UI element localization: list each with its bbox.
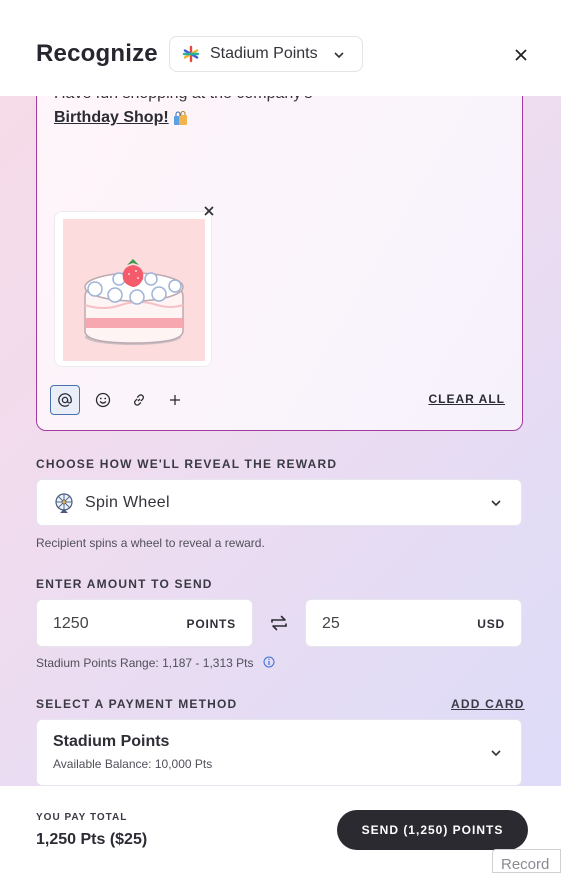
reveal-section-label: CHOOSE HOW WE'LL REVEAL THE REWARD xyxy=(36,457,338,471)
image-attachment xyxy=(54,211,212,367)
remove-attachment-icon[interactable] xyxy=(202,204,216,218)
clear-all-link[interactable]: CLEAR ALL xyxy=(428,392,505,406)
points-amount-input[interactable]: 1250 POINTS xyxy=(36,599,253,647)
message-composer[interactable]: Have fun shopping at the company's Birth… xyxy=(36,60,523,431)
message-link-line: Birthday Shop! xyxy=(54,109,188,127)
usd-unit-label: USD xyxy=(477,617,505,631)
close-icon[interactable] xyxy=(512,46,530,64)
reveal-method-label: Spin Wheel xyxy=(85,493,170,511)
available-balance: Available Balance: 10,000 Pts xyxy=(53,757,213,771)
modal-footer: YOU PAY TOTAL 1,250 Pts ($25) SEND (1,25… xyxy=(0,786,561,873)
info-icon[interactable] xyxy=(263,656,275,668)
chevron-down-icon xyxy=(334,52,344,59)
mention-button[interactable] xyxy=(50,385,80,415)
reveal-helper-text: Recipient spins a wheel to reveal a rewa… xyxy=(36,536,265,550)
add-card-link[interactable]: ADD CARD xyxy=(451,697,525,711)
points-range-text: Stadium Points Range: 1,187 - 1,313 Pts xyxy=(36,656,254,670)
payment-method-name: Stadium Points xyxy=(53,733,170,750)
link-icon xyxy=(134,394,144,406)
stadium-logo-icon xyxy=(182,45,200,63)
reveal-method-select[interactable]: Spin Wheel xyxy=(36,479,522,526)
birthday-shop-link[interactable]: Birthday Shop! xyxy=(54,109,169,127)
chevron-down-icon xyxy=(491,500,501,507)
emoji-button[interactable] xyxy=(88,385,118,415)
points-unit-label: POINTS xyxy=(186,617,236,631)
page-title: Recognize xyxy=(36,40,158,67)
points-value: 1250 xyxy=(53,615,89,632)
total-value: 1,250 Pts ($25) xyxy=(36,831,148,848)
program-select[interactable]: Stadium Points xyxy=(169,36,363,72)
payment-method-select[interactable]: Stadium Points Available Balance: 10,000… xyxy=(36,719,522,786)
usd-amount-input[interactable]: 25 USD xyxy=(305,599,522,647)
plus-icon xyxy=(170,395,180,405)
usd-value: 25 xyxy=(322,615,340,632)
amount-section-label: ENTER AMOUNT TO SEND xyxy=(36,577,213,591)
link-button[interactable] xyxy=(124,385,154,415)
swap-arrows-icon[interactable] xyxy=(268,612,290,634)
modal-header: Recognize Stadium Points xyxy=(0,0,561,96)
record-button[interactable]: Record xyxy=(492,849,561,873)
shopping-bags-icon xyxy=(173,111,187,125)
birthday-cake-image xyxy=(63,219,205,361)
at-sign-icon xyxy=(58,393,72,407)
program-select-label: Stadium Points xyxy=(210,45,318,62)
chevron-down-icon xyxy=(491,750,501,757)
smiley-icon xyxy=(95,392,111,408)
spin-wheel-icon xyxy=(55,492,73,513)
payment-section-label: SELECT A PAYMENT METHOD xyxy=(36,697,238,711)
send-points-button[interactable]: SEND (1,250) POINTS xyxy=(337,810,528,850)
total-label: YOU PAY TOTAL xyxy=(36,812,128,823)
add-button[interactable] xyxy=(160,385,190,415)
